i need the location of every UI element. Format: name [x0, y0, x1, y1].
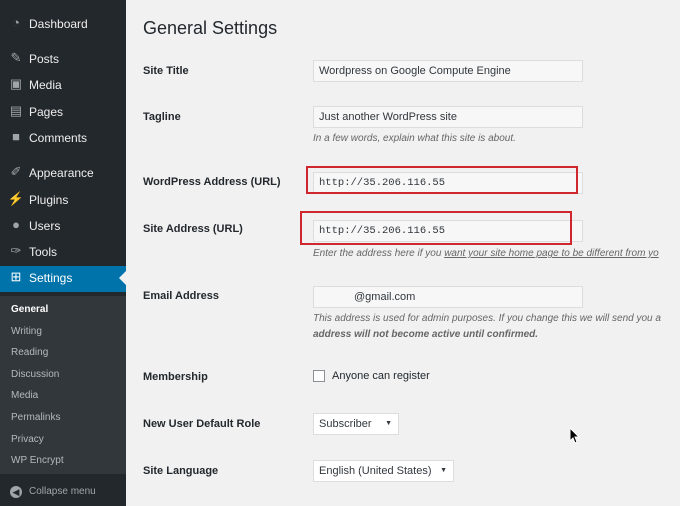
sidebar-item-label: Posts — [29, 52, 60, 66]
site-address-desc-link[interactable]: want your site home page to be different… — [444, 248, 659, 259]
sidebar-item-label: Settings — [29, 271, 73, 285]
submenu-item-reading[interactable]: Reading — [11, 347, 48, 359]
admin-sidebar: ◔ Dashboard ✎ Posts ▣ Media ▤ Pages ■ Co… — [0, 0, 127, 506]
collapse-menu-button[interactable]: ◀ Collapse menu — [0, 481, 126, 503]
sidebar-item-comments[interactable]: ■ Comments — [0, 126, 126, 150]
sidebar-item-users[interactable]: ● Users — [0, 214, 126, 238]
submenu-item-privacy[interactable]: Privacy — [11, 434, 44, 446]
sidebar-item-label: Users — [29, 219, 61, 233]
pages-icon: ▤ — [9, 103, 23, 118]
sidebar-item-plugins[interactable]: ⚡ Plugins — [0, 188, 126, 212]
site-address-desc-text: Enter the address here if you — [313, 248, 445, 259]
tagline-description: In a few words, explain what this site i… — [313, 133, 516, 144]
default-role-label: New User Default Role — [143, 418, 261, 430]
sidebar-item-media[interactable]: ▣ Media — [0, 73, 126, 97]
site-language-label: Site Language — [143, 465, 219, 477]
mouse-cursor-icon — [570, 428, 581, 444]
submenu-item-general[interactable]: General — [11, 304, 48, 316]
email-description-bold: address will not become active until con… — [313, 329, 539, 340]
sidebar-item-label: Tools — [29, 245, 58, 259]
default-role-value: Subscriber — [319, 418, 372, 430]
settings-submenu: General Writing Reading Discussion Media… — [0, 296, 126, 474]
collapse-icon: ◀ — [10, 486, 22, 498]
sidebar-item-tools[interactable]: ✑ Tools — [0, 240, 126, 264]
sidebar-item-label: Plugins — [29, 193, 69, 207]
sidebar-item-appearance[interactable]: ✐ Appearance — [0, 161, 126, 185]
sidebar-item-pages[interactable]: ▤ Pages — [0, 100, 126, 124]
site-title-label: Site Title — [143, 65, 189, 77]
dropdown-arrow-icon: ▼ — [385, 420, 392, 427]
sidebar-item-settings[interactable]: ⊞ Settings — [0, 266, 126, 292]
site-address-label: Site Address (URL) — [143, 223, 243, 235]
site-language-value: English (United States) — [319, 465, 432, 477]
sidebar-item-posts[interactable]: ✎ Posts — [0, 47, 126, 71]
default-role-select[interactable]: Subscriber ▼ — [313, 413, 399, 435]
membership-label: Membership — [143, 371, 208, 383]
anyone-can-register-label: Anyone can register — [332, 370, 430, 382]
collapse-menu-label: Collapse menu — [29, 486, 96, 497]
submenu-item-writing[interactable]: Writing — [11, 326, 42, 338]
site-address-description: Enter the address here if you want your … — [313, 247, 659, 261]
sidebar-item-label: Comments — [29, 131, 88, 145]
settings-icon: ⊞ — [10, 269, 22, 284]
email-address-input[interactable]: @gmail.com — [313, 286, 583, 308]
email-description: This address is used for admin purposes.… — [313, 313, 661, 324]
sidebar-item-label: Pages — [29, 105, 64, 119]
submenu-item-media[interactable]: Media — [11, 390, 38, 402]
dashboard-icon: ◔ — [12, 15, 20, 30]
plugins-icon: ⚡ — [7, 191, 25, 206]
tools-icon: ✑ — [10, 243, 22, 258]
appearance-icon: ✐ — [10, 164, 22, 179]
site-address-highlight — [300, 211, 572, 245]
site-language-select[interactable]: English (United States) ▼ — [313, 460, 454, 482]
submenu-item-wp-encrypt[interactable]: WP Encrypt — [11, 455, 64, 467]
anyone-can-register-checkbox[interactable] — [313, 370, 325, 382]
tagline-input[interactable]: Just another WordPress site — [313, 106, 583, 128]
users-icon: ● — [12, 217, 20, 232]
settings-main: General Settings Site Title Wordpress on… — [126, 0, 680, 506]
dropdown-arrow-icon: ▼ — [440, 467, 447, 474]
email-address-label: Email Address — [143, 290, 220, 302]
sidebar-item-dashboard[interactable]: ◔ Dashboard — [0, 12, 126, 36]
wordpress-address-label: WordPress Address (URL) — [143, 176, 281, 188]
pin-icon: ✎ — [10, 50, 22, 65]
sidebar-item-label: Dashboard — [29, 17, 88, 31]
submenu-item-discussion[interactable]: Discussion — [11, 369, 59, 381]
comments-icon: ■ — [12, 129, 20, 144]
site-title-input[interactable]: Wordpress on Google Compute Engine — [313, 60, 583, 82]
wordpress-address-highlight — [306, 166, 578, 194]
media-icon: ▣ — [9, 76, 23, 91]
tagline-label: Tagline — [143, 111, 181, 123]
submenu-item-permalinks[interactable]: Permalinks — [11, 412, 60, 424]
page-title: General Settings — [143, 18, 278, 38]
sidebar-item-label: Media — [29, 78, 62, 92]
sidebar-item-label: Appearance — [29, 166, 94, 180]
